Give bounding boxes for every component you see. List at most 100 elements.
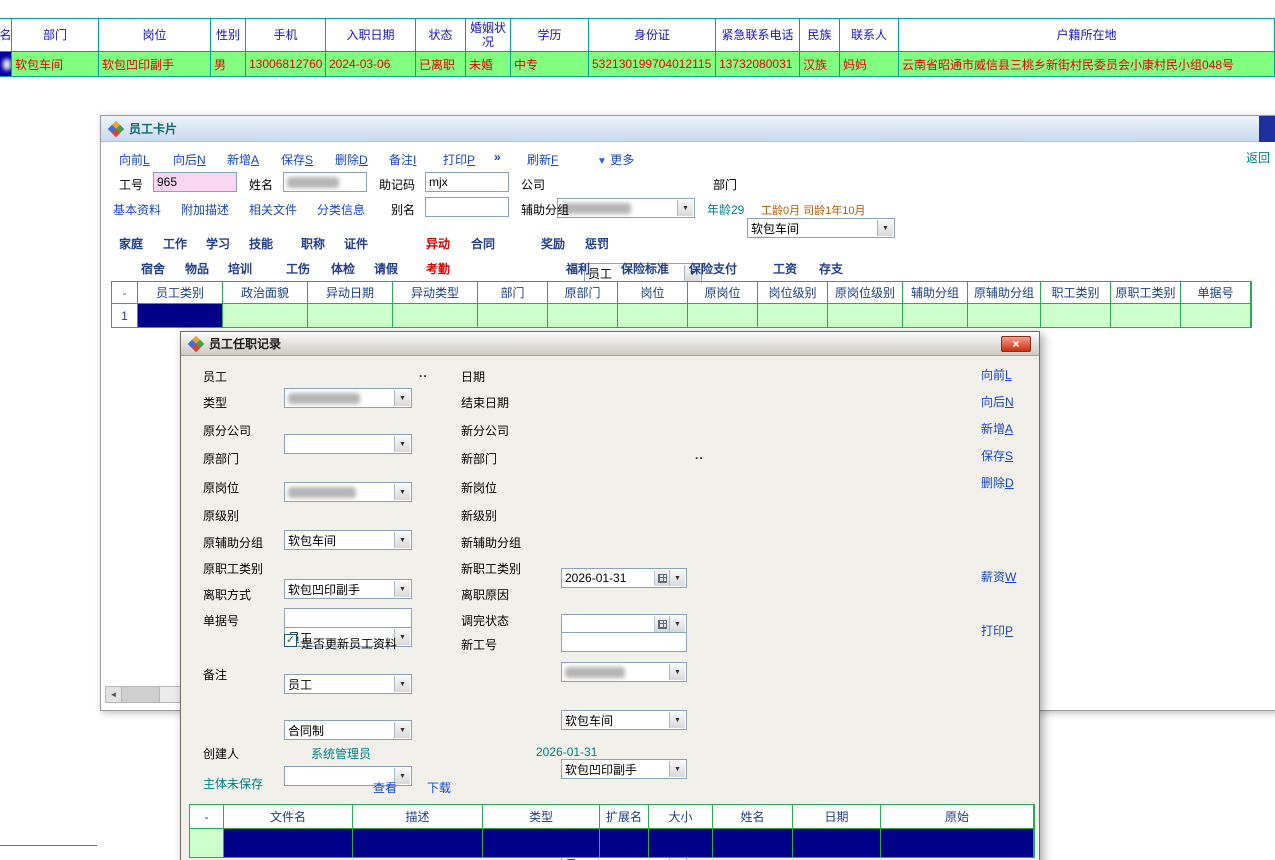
new-dept-browse-button[interactable]: .. [695,448,704,462]
cell-mobile[interactable]: 13006812760 [246,52,326,76]
subtab-attendance-active[interactable]: 考勤 [426,260,450,277]
toolbar-next-button[interactable]: 向后N [173,151,206,168]
cell-name-clipped[interactable] [0,52,12,76]
chevron-down-icon[interactable] [394,436,410,452]
dialog-add-button[interactable]: 新增A [981,420,1013,437]
chevron-down-icon[interactable] [677,200,693,216]
chevron-down-icon[interactable] [669,761,685,777]
scrollbar-thumb[interactable] [122,687,160,702]
files-grid-row-number[interactable] [190,829,224,857]
cell-id-card[interactable]: 532130199704012115 [589,52,716,76]
cell-status[interactable]: 已离职 [416,52,466,76]
dialog-save-button[interactable]: 保存S [981,447,1013,464]
grid-cell[interactable] [968,304,1041,327]
files-grid-cell[interactable] [649,829,713,857]
files-grid-cell[interactable] [881,829,1034,857]
files-grid-cell[interactable] [353,829,483,857]
dialog-next-button[interactable]: 向后N [981,393,1014,410]
grid-cell-selected[interactable] [138,304,223,327]
chevron-down-icon[interactable] [877,220,893,236]
employee-browse-button[interactable]: .. [419,366,428,380]
subtab-welfare[interactable]: 福利 [566,260,590,277]
grid-cell[interactable] [308,304,393,327]
toolbar-add-button[interactable]: 新增A [227,151,259,168]
chevron-down-icon[interactable] [669,712,685,728]
close-button[interactable]: × [1001,336,1031,352]
cell-gender[interactable]: 男 [211,52,246,76]
grid-cell[interactable] [758,304,828,327]
calendar-icon[interactable] [654,570,669,586]
files-grid-cell[interactable] [793,829,881,857]
end-date-picker[interactable] [561,614,687,634]
cell-household-address[interactable]: 云南省昭通市威信县三桃乡新街村民委员会小康村民小组048号 [899,52,1275,76]
cell-education[interactable]: 中专 [511,52,589,76]
subtab-work[interactable]: 工作 [163,235,187,252]
subtab-savings[interactable]: 存支 [819,260,843,277]
subtab-punishment[interactable]: 惩罚 [585,235,609,252]
type-combo[interactable] [284,434,412,454]
cell-dept[interactable]: 软包车间 [12,52,99,76]
files-grid-row[interactable] [190,829,1034,857]
chevron-down-icon[interactable] [394,532,410,548]
dialog-prev-button[interactable]: 向前L [981,366,1012,383]
transfer-grid-row[interactable]: 1 [112,304,1251,327]
employee-combo[interactable] [284,388,412,408]
window-titlebar[interactable]: 员工卡片 [101,116,1275,142]
return-link[interactable]: 返回 [1246,149,1270,166]
grid-cell[interactable] [548,304,618,327]
doc-no-input[interactable] [284,608,412,628]
toolbar-expand-icon[interactable]: » [494,150,501,164]
chevron-down-icon[interactable] [394,581,410,597]
subtab-family[interactable]: 家庭 [119,235,143,252]
chevron-down-icon[interactable] [394,390,410,406]
subtab-goods[interactable]: 物品 [185,260,209,277]
files-grid-cell-selected[interactable] [224,829,353,857]
view-button[interactable]: 查看 [373,779,397,796]
tab-classification[interactable]: 分类信息 [317,201,365,218]
date-picker[interactable]: 2026-01-31 [561,568,687,588]
subtab-work-injury[interactable]: 工伤 [286,260,310,277]
company-combo[interactable] [557,198,695,218]
toolbar-delete-button[interactable]: 删除D [335,151,368,168]
subtab-skill[interactable]: 技能 [249,235,273,252]
grid-row-number[interactable]: 1 [112,304,138,327]
new-company-combo[interactable] [561,662,687,682]
orig-company-combo[interactable] [284,482,412,502]
orig-aux-group-combo[interactable]: 员工 [284,674,412,694]
orig-dept-combo[interactable]: 软包车间 [284,530,412,550]
chevron-down-icon[interactable] [669,616,685,632]
subtab-certificate[interactable]: 证件 [344,235,368,252]
name-input[interactable] [283,172,367,192]
calendar-icon[interactable] [654,616,669,632]
chevron-down-icon[interactable] [394,722,410,738]
subtab-professional-title[interactable]: 职称 [301,235,325,252]
grid-cell[interactable] [688,304,758,327]
emp-no-input[interactable]: 965 [153,172,237,192]
grid-cell[interactable] [1111,304,1181,327]
subtab-training[interactable]: 培训 [228,260,252,277]
tab-basic-info[interactable]: 基本资料 [113,201,161,218]
toolbar-prev-button[interactable]: 向前L [119,151,150,168]
files-grid-cell[interactable] [600,829,649,857]
grid-cell[interactable] [828,304,903,327]
chevron-down-icon[interactable] [669,664,685,680]
tab-related-files[interactable]: 相关文件 [249,201,297,218]
tab-additional-desc[interactable]: 附加描述 [181,201,229,218]
subtab-reward[interactable]: 奖励 [541,235,565,252]
update-profile-checkbox[interactable] [284,634,297,647]
toolbar-note-button[interactable]: 备注I [389,151,416,168]
subtab-contract[interactable]: 合同 [471,235,495,252]
orig-worker-type-combo[interactable]: 合同制 [284,720,412,740]
subtab-transfer-active[interactable]: 异动 [426,235,450,252]
grid-cell[interactable] [618,304,688,327]
dialog-titlebar[interactable]: 员工任职记录 × [181,332,1039,356]
cell-marital-status[interactable]: 未婚 [466,52,511,76]
grid-cell[interactable] [903,304,968,327]
grid-cell[interactable] [223,304,308,327]
grid-cell[interactable] [1181,304,1251,327]
subtab-insurance-standard[interactable]: 保险标准 [621,260,669,277]
grid-cell[interactable] [478,304,548,327]
employee-list-row[interactable]: 软包车间 软包凹印副手 男 13006812760 2024-03-06 已离职… [0,51,1275,76]
cell-hire-date[interactable]: 2024-03-06 [326,52,416,76]
scroll-left-icon[interactable]: ◄ [106,687,122,702]
